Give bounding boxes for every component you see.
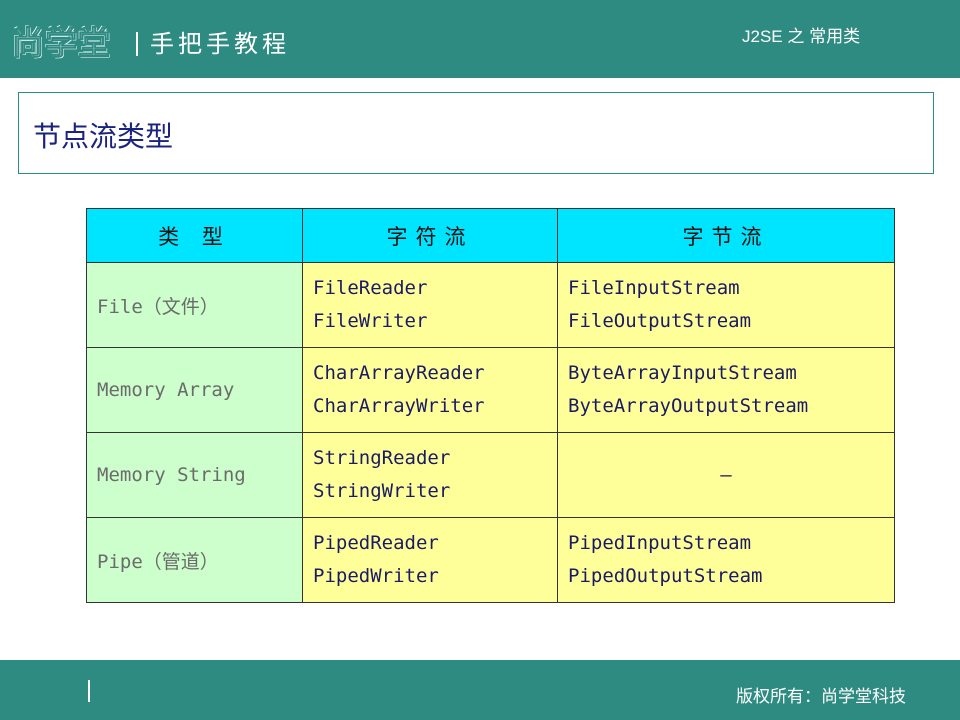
brand-slogan: 手把手教程 [150,30,290,58]
title-box: 节点流类型 [18,92,934,174]
header-subject: J2SE 之 常用类 [742,27,861,46]
brand-logo: 尚学堂 [11,24,112,63]
table-header-row: 类 型 字符流 字节流 [86,208,895,263]
class-name: CharArrayWriter [313,395,485,417]
class-name: PipedInputStream [568,532,752,554]
byte-stream-cell: — [557,432,895,518]
class-name: FileOutputStream [568,310,752,332]
class-name: ByteArrayInputStream [568,362,797,384]
class-name: StringReader [313,447,451,469]
char-stream-cell: PipedReader PipedWriter [302,517,558,603]
class-name: PipedOutputStream [568,565,763,587]
byte-stream-cell: FileInputStream FileOutputStream [557,262,895,348]
char-stream-cell: CharArrayReader CharArrayWriter [302,347,558,433]
empty-dash: — [720,463,732,486]
char-stream-cell: FileReader FileWriter [302,262,558,348]
char-stream-cell: StringReader StringWriter [302,432,558,518]
copyright-text: 版权所有：尚学堂科技 [736,687,906,707]
header-type: 类 型 [86,208,303,263]
table-row: Memory String StringReader StringWriter … [86,432,895,518]
type-cell: Pipe（管道） [86,517,303,603]
byte-stream-cell: ByteArrayInputStream ByteArrayOutputStre… [557,347,895,433]
class-name: FileWriter [313,310,428,332]
class-name: CharArrayReader [313,362,485,384]
top-banner: 尚学堂 手把手教程 J2SE 之 常用类 [0,0,960,78]
header-byte-stream: 字节流 [557,208,895,263]
class-name: PipedReader [313,532,439,554]
class-name: FileReader [313,277,428,299]
node-stream-table: 类 型 字符流 字节流 File（文件） FileReader FileWrit… [86,208,895,603]
type-cell: File（文件） [86,262,303,348]
byte-stream-cell: PipedInputStream PipedOutputStream [557,517,895,603]
class-name: PipedWriter [313,565,439,587]
table-row: Pipe（管道） PipedReader PipedWriter PipedIn… [86,517,895,603]
logo-divider [136,32,138,56]
table-row: Memory Array CharArrayReader CharArrayWr… [86,347,895,433]
class-name: FileInputStream [568,277,740,299]
footer-divider [88,680,90,702]
header-char-stream: 字符流 [302,208,558,263]
class-name: ByteArrayOutputStream [568,395,809,417]
type-cell: Memory String [86,432,303,518]
bottom-banner: 版权所有：尚学堂科技 [0,660,960,720]
slide-title: 节点流类型 [33,120,174,153]
class-name: StringWriter [313,480,451,502]
table-row: File（文件） FileReader FileWriter FileInput… [86,262,895,348]
type-cell: Memory Array [86,347,303,433]
